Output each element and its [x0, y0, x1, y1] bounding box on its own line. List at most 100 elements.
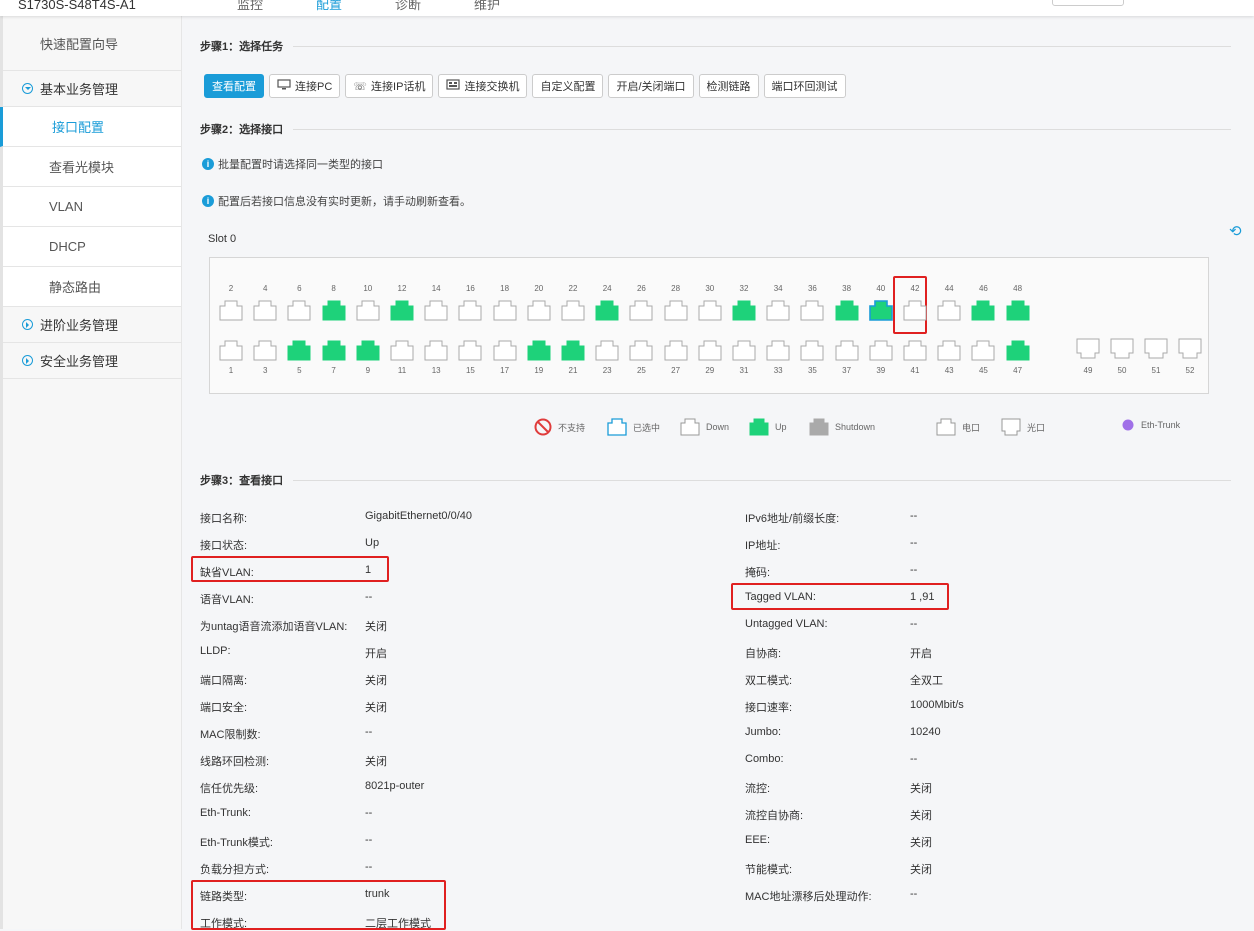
- port-14[interactable]: [424, 300, 448, 321]
- port-27[interactable]: [664, 340, 688, 361]
- port-41[interactable]: [903, 340, 927, 361]
- task-check-link-button[interactable]: 检测链路: [698, 74, 759, 98]
- task-loopback-test-button[interactable]: 端口环回测试: [763, 74, 846, 98]
- pc-icon: [277, 79, 291, 93]
- task-buttons: 查看配置 连接PC ☏ 连接IP话机 连接交换机 自定义配置 开启/关闭端口 检…: [204, 74, 846, 98]
- port-number: 18: [500, 284, 510, 293]
- port-43[interactable]: [937, 340, 961, 361]
- port-19[interactable]: [527, 340, 551, 361]
- port-16[interactable]: [458, 300, 482, 321]
- port-37[interactable]: [835, 340, 859, 361]
- port-18[interactable]: [493, 300, 517, 321]
- port-47[interactable]: [1006, 340, 1030, 361]
- highlight-tagged-vlan: [731, 583, 949, 610]
- nav-config[interactable]: 配置: [316, 0, 395, 13]
- task-view-config-button[interactable]: 查看配置: [204, 74, 264, 98]
- nav-monitor[interactable]: 监控: [237, 0, 316, 13]
- port-23[interactable]: [595, 340, 619, 361]
- port-17[interactable]: [493, 340, 517, 361]
- port-34[interactable]: [766, 300, 790, 321]
- port-44[interactable]: [937, 300, 961, 321]
- detail-label: 双工模式:: [745, 675, 793, 687]
- top-bar: S1730S-S48T4S-A1 监控 配置 诊断 维护: [0, 0, 1254, 16]
- port-21[interactable]: [561, 340, 585, 361]
- port-13[interactable]: [424, 340, 448, 361]
- sidebar-item-dhcp[interactable]: DHCP: [3, 227, 181, 267]
- task-enable-disable-port-button[interactable]: 开启/关闭端口: [608, 74, 694, 98]
- port-number: 16: [465, 284, 475, 293]
- divider: [293, 45, 1232, 47]
- port-45[interactable]: [971, 340, 995, 361]
- legend-optical: 光口: [1001, 418, 1045, 436]
- sidebar-item-interface-config[interactable]: 接口配置: [0, 107, 181, 147]
- port-number: 2: [228, 284, 234, 293]
- port-22[interactable]: [561, 300, 585, 321]
- sidebar-item-optical-module[interactable]: 查看光模块: [3, 147, 181, 187]
- port-32[interactable]: [732, 300, 756, 321]
- sidebar-group-security[interactable]: 安全业务管理: [3, 343, 181, 379]
- port-number: 35: [807, 366, 817, 375]
- sfp-port-52[interactable]: [1178, 338, 1202, 359]
- port-40[interactable]: [868, 300, 893, 321]
- port-5[interactable]: [287, 340, 311, 361]
- tip-batch: i 批量配置时请选择同一类型的接口: [202, 156, 383, 172]
- detail-label: MAC限制数:: [200, 729, 261, 741]
- port-42[interactable]: [903, 300, 927, 321]
- port-29[interactable]: [698, 340, 722, 361]
- refresh-icon[interactable]: ⟲: [1229, 222, 1242, 240]
- port-6[interactable]: [287, 300, 311, 321]
- port-11[interactable]: [390, 340, 414, 361]
- port-1[interactable]: [219, 340, 243, 361]
- detail-label: Eth-Trunk模式:: [200, 837, 273, 849]
- port-2[interactable]: [219, 300, 243, 321]
- port-38[interactable]: [835, 300, 859, 321]
- port-25[interactable]: [629, 340, 653, 361]
- port-33[interactable]: [766, 340, 790, 361]
- sfp-port-49[interactable]: [1076, 338, 1100, 359]
- slot-label: Slot 0: [208, 233, 237, 245]
- port-24[interactable]: [595, 300, 619, 321]
- sidebar-item-quick-wizard[interactable]: 快速配置向导: [3, 16, 181, 71]
- port-36[interactable]: [800, 300, 824, 321]
- detail-value: 关闭: [365, 756, 387, 768]
- sfp-port-51[interactable]: [1144, 338, 1168, 359]
- port-35[interactable]: [800, 340, 824, 361]
- port-number: 30: [705, 284, 715, 293]
- port-number: 34: [773, 284, 783, 293]
- port-10[interactable]: [356, 300, 380, 321]
- nav-diagnose[interactable]: 诊断: [395, 0, 474, 13]
- nav-maintain[interactable]: 维护: [474, 0, 553, 13]
- top-right-button[interactable]: [1052, 0, 1124, 6]
- up-port-icon: [749, 418, 769, 436]
- port-46[interactable]: [971, 300, 995, 321]
- detail-value: --: [910, 510, 918, 522]
- port-39[interactable]: [869, 340, 893, 361]
- sfp-port-50[interactable]: [1110, 338, 1134, 359]
- task-connect-switch-button[interactable]: 连接交换机: [438, 74, 528, 98]
- sidebar-item-label: DHCP: [49, 239, 86, 254]
- port-8[interactable]: [322, 300, 346, 321]
- down-port-icon: [680, 418, 700, 436]
- port-number: 20: [534, 284, 544, 293]
- sidebar-group-basic[interactable]: 基本业务管理: [3, 71, 181, 107]
- sidebar-item-vlan[interactable]: VLAN: [3, 187, 181, 227]
- port-26[interactable]: [629, 300, 653, 321]
- port-31[interactable]: [732, 340, 756, 361]
- port-3[interactable]: [253, 340, 277, 361]
- sidebar-group-advanced[interactable]: 进阶业务管理: [3, 307, 181, 343]
- port-4[interactable]: [253, 300, 277, 321]
- port-7[interactable]: [322, 340, 346, 361]
- sidebar-item-static-route[interactable]: 静态路由: [3, 267, 181, 307]
- task-connect-ip-phone-button[interactable]: ☏ 连接IP话机: [345, 74, 434, 98]
- port-9[interactable]: [356, 340, 380, 361]
- task-custom-config-button[interactable]: 自定义配置: [532, 74, 604, 98]
- port-30[interactable]: [698, 300, 722, 321]
- port-48[interactable]: [1006, 300, 1030, 321]
- port-28[interactable]: [664, 300, 688, 321]
- port-20[interactable]: [527, 300, 551, 321]
- task-connect-pc-button[interactable]: 连接PC: [269, 74, 341, 98]
- port-12[interactable]: [390, 300, 414, 321]
- shutdown-port-icon: [809, 418, 829, 436]
- port-15[interactable]: [458, 340, 482, 361]
- detail-label: 线路环回检测:: [200, 756, 270, 768]
